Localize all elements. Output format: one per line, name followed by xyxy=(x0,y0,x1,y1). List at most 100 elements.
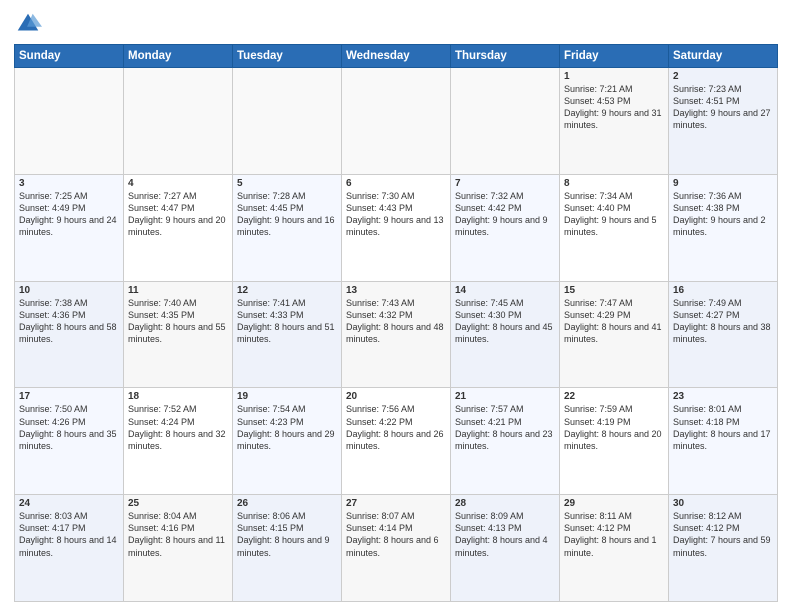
day-header-saturday: Saturday xyxy=(669,45,778,68)
header xyxy=(14,10,778,38)
day-info: Sunrise: 7:32 AM Sunset: 4:42 PM Dayligh… xyxy=(455,190,555,239)
day-cell: 22Sunrise: 7:59 AM Sunset: 4:19 PM Dayli… xyxy=(560,388,669,495)
day-cell xyxy=(233,68,342,175)
day-number: 10 xyxy=(19,285,119,296)
day-cell xyxy=(342,68,451,175)
day-number: 9 xyxy=(673,178,773,189)
day-number: 23 xyxy=(673,391,773,402)
day-number: 6 xyxy=(346,178,446,189)
day-info: Sunrise: 7:41 AM Sunset: 4:33 PM Dayligh… xyxy=(237,297,337,346)
day-cell: 28Sunrise: 8:09 AM Sunset: 4:13 PM Dayli… xyxy=(451,495,560,602)
day-cell: 2Sunrise: 7:23 AM Sunset: 4:51 PM Daylig… xyxy=(669,68,778,175)
day-info: Sunrise: 8:11 AM Sunset: 4:12 PM Dayligh… xyxy=(564,510,664,559)
day-info: Sunrise: 7:28 AM Sunset: 4:45 PM Dayligh… xyxy=(237,190,337,239)
day-number: 20 xyxy=(346,391,446,402)
week-row-5: 24Sunrise: 8:03 AM Sunset: 4:17 PM Dayli… xyxy=(15,495,778,602)
day-number: 12 xyxy=(237,285,337,296)
day-info: Sunrise: 7:23 AM Sunset: 4:51 PM Dayligh… xyxy=(673,83,773,132)
day-header-sunday: Sunday xyxy=(15,45,124,68)
day-cell xyxy=(124,68,233,175)
day-cell: 3Sunrise: 7:25 AM Sunset: 4:49 PM Daylig… xyxy=(15,174,124,281)
day-number: 8 xyxy=(564,178,664,189)
day-number: 5 xyxy=(237,178,337,189)
day-info: Sunrise: 7:52 AM Sunset: 4:24 PM Dayligh… xyxy=(128,403,228,452)
day-info: Sunrise: 7:45 AM Sunset: 4:30 PM Dayligh… xyxy=(455,297,555,346)
day-info: Sunrise: 7:40 AM Sunset: 4:35 PM Dayligh… xyxy=(128,297,228,346)
day-cell: 8Sunrise: 7:34 AM Sunset: 4:40 PM Daylig… xyxy=(560,174,669,281)
day-info: Sunrise: 7:43 AM Sunset: 4:32 PM Dayligh… xyxy=(346,297,446,346)
day-cell: 25Sunrise: 8:04 AM Sunset: 4:16 PM Dayli… xyxy=(124,495,233,602)
day-cell: 4Sunrise: 7:27 AM Sunset: 4:47 PM Daylig… xyxy=(124,174,233,281)
page: SundayMondayTuesdayWednesdayThursdayFrid… xyxy=(0,0,792,612)
day-cell: 12Sunrise: 7:41 AM Sunset: 4:33 PM Dayli… xyxy=(233,281,342,388)
day-header-monday: Monday xyxy=(124,45,233,68)
day-number: 13 xyxy=(346,285,446,296)
week-row-3: 10Sunrise: 7:38 AM Sunset: 4:36 PM Dayli… xyxy=(15,281,778,388)
day-cell: 24Sunrise: 8:03 AM Sunset: 4:17 PM Dayli… xyxy=(15,495,124,602)
logo xyxy=(14,10,46,38)
day-cell xyxy=(451,68,560,175)
day-info: Sunrise: 7:21 AM Sunset: 4:53 PM Dayligh… xyxy=(564,83,664,132)
day-cell xyxy=(15,68,124,175)
day-number: 4 xyxy=(128,178,228,189)
day-info: Sunrise: 8:06 AM Sunset: 4:15 PM Dayligh… xyxy=(237,510,337,559)
day-header-thursday: Thursday xyxy=(451,45,560,68)
week-row-4: 17Sunrise: 7:50 AM Sunset: 4:26 PM Dayli… xyxy=(15,388,778,495)
logo-icon xyxy=(14,10,42,38)
day-cell: 9Sunrise: 7:36 AM Sunset: 4:38 PM Daylig… xyxy=(669,174,778,281)
day-cell: 11Sunrise: 7:40 AM Sunset: 4:35 PM Dayli… xyxy=(124,281,233,388)
day-number: 21 xyxy=(455,391,555,402)
day-info: Sunrise: 7:50 AM Sunset: 4:26 PM Dayligh… xyxy=(19,403,119,452)
day-number: 11 xyxy=(128,285,228,296)
day-cell: 7Sunrise: 7:32 AM Sunset: 4:42 PM Daylig… xyxy=(451,174,560,281)
day-info: Sunrise: 7:36 AM Sunset: 4:38 PM Dayligh… xyxy=(673,190,773,239)
day-number: 27 xyxy=(346,498,446,509)
calendar-table: SundayMondayTuesdayWednesdayThursdayFrid… xyxy=(14,44,778,602)
day-info: Sunrise: 7:57 AM Sunset: 4:21 PM Dayligh… xyxy=(455,403,555,452)
day-info: Sunrise: 8:04 AM Sunset: 4:16 PM Dayligh… xyxy=(128,510,228,559)
day-number: 29 xyxy=(564,498,664,509)
week-row-1: 1Sunrise: 7:21 AM Sunset: 4:53 PM Daylig… xyxy=(15,68,778,175)
day-cell: 17Sunrise: 7:50 AM Sunset: 4:26 PM Dayli… xyxy=(15,388,124,495)
day-number: 25 xyxy=(128,498,228,509)
day-cell: 6Sunrise: 7:30 AM Sunset: 4:43 PM Daylig… xyxy=(342,174,451,281)
day-info: Sunrise: 8:09 AM Sunset: 4:13 PM Dayligh… xyxy=(455,510,555,559)
day-info: Sunrise: 8:03 AM Sunset: 4:17 PM Dayligh… xyxy=(19,510,119,559)
day-cell: 27Sunrise: 8:07 AM Sunset: 4:14 PM Dayli… xyxy=(342,495,451,602)
day-cell: 13Sunrise: 7:43 AM Sunset: 4:32 PM Dayli… xyxy=(342,281,451,388)
day-cell: 30Sunrise: 8:12 AM Sunset: 4:12 PM Dayli… xyxy=(669,495,778,602)
day-info: Sunrise: 8:07 AM Sunset: 4:14 PM Dayligh… xyxy=(346,510,446,559)
day-cell: 21Sunrise: 7:57 AM Sunset: 4:21 PM Dayli… xyxy=(451,388,560,495)
day-number: 17 xyxy=(19,391,119,402)
header-row: SundayMondayTuesdayWednesdayThursdayFrid… xyxy=(15,45,778,68)
day-number: 2 xyxy=(673,71,773,82)
day-number: 22 xyxy=(564,391,664,402)
day-info: Sunrise: 7:49 AM Sunset: 4:27 PM Dayligh… xyxy=(673,297,773,346)
day-cell: 26Sunrise: 8:06 AM Sunset: 4:15 PM Dayli… xyxy=(233,495,342,602)
day-info: Sunrise: 8:01 AM Sunset: 4:18 PM Dayligh… xyxy=(673,403,773,452)
day-info: Sunrise: 7:47 AM Sunset: 4:29 PM Dayligh… xyxy=(564,297,664,346)
day-header-tuesday: Tuesday xyxy=(233,45,342,68)
day-cell: 19Sunrise: 7:54 AM Sunset: 4:23 PM Dayli… xyxy=(233,388,342,495)
day-cell: 29Sunrise: 8:11 AM Sunset: 4:12 PM Dayli… xyxy=(560,495,669,602)
day-cell: 14Sunrise: 7:45 AM Sunset: 4:30 PM Dayli… xyxy=(451,281,560,388)
day-header-wednesday: Wednesday xyxy=(342,45,451,68)
day-cell: 5Sunrise: 7:28 AM Sunset: 4:45 PM Daylig… xyxy=(233,174,342,281)
day-info: Sunrise: 7:27 AM Sunset: 4:47 PM Dayligh… xyxy=(128,190,228,239)
day-info: Sunrise: 7:34 AM Sunset: 4:40 PM Dayligh… xyxy=(564,190,664,239)
calendar: SundayMondayTuesdayWednesdayThursdayFrid… xyxy=(14,44,778,602)
day-cell: 20Sunrise: 7:56 AM Sunset: 4:22 PM Dayli… xyxy=(342,388,451,495)
day-info: Sunrise: 8:12 AM Sunset: 4:12 PM Dayligh… xyxy=(673,510,773,559)
day-number: 7 xyxy=(455,178,555,189)
day-cell: 10Sunrise: 7:38 AM Sunset: 4:36 PM Dayli… xyxy=(15,281,124,388)
day-info: Sunrise: 7:38 AM Sunset: 4:36 PM Dayligh… xyxy=(19,297,119,346)
day-number: 16 xyxy=(673,285,773,296)
day-number: 3 xyxy=(19,178,119,189)
day-number: 30 xyxy=(673,498,773,509)
day-number: 18 xyxy=(128,391,228,402)
day-cell: 23Sunrise: 8:01 AM Sunset: 4:18 PM Dayli… xyxy=(669,388,778,495)
day-number: 1 xyxy=(564,71,664,82)
day-number: 26 xyxy=(237,498,337,509)
day-cell: 16Sunrise: 7:49 AM Sunset: 4:27 PM Dayli… xyxy=(669,281,778,388)
day-info: Sunrise: 7:30 AM Sunset: 4:43 PM Dayligh… xyxy=(346,190,446,239)
